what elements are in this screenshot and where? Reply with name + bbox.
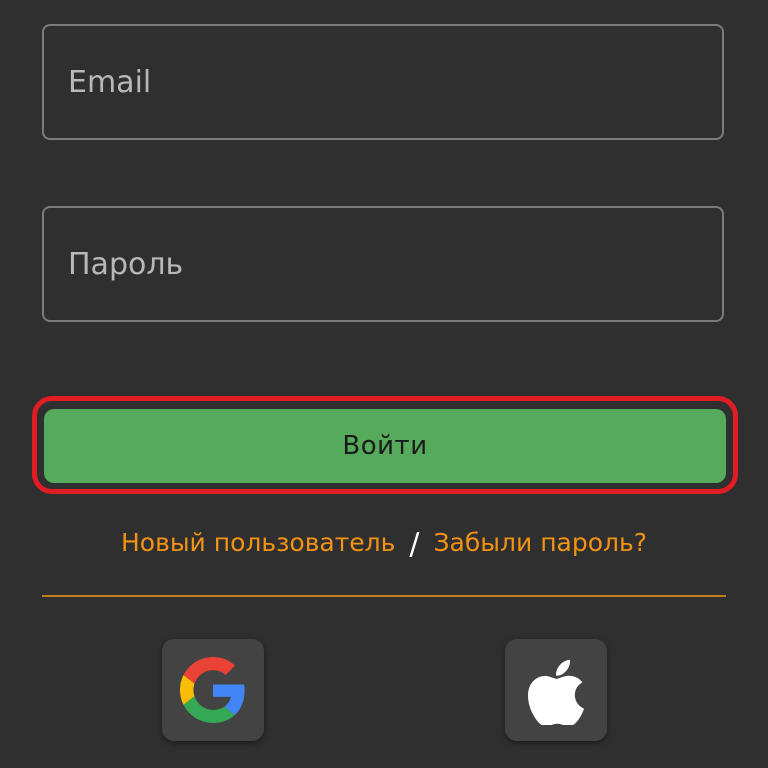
login-screen: Войти Новый пользователь / Забыли пароль? [0,0,768,768]
password-input[interactable] [44,208,722,320]
forgot-password-link[interactable]: Забыли пароль? [434,528,648,557]
password-field[interactable] [42,206,724,322]
apple-sign-in-button[interactable] [505,639,607,741]
new-user-link[interactable]: Новый пользователь [121,528,395,557]
google-sign-in-button[interactable] [162,639,264,741]
auth-links: Новый пользователь / Забыли пароль? [0,524,768,562]
apple-logo-icon [528,659,585,725]
google-g-icon [180,657,245,723]
email-input[interactable] [44,26,722,138]
email-field[interactable] [42,24,724,140]
links-separator: / [409,527,420,562]
divider [42,595,726,597]
login-button[interactable]: Войти [44,409,726,483]
